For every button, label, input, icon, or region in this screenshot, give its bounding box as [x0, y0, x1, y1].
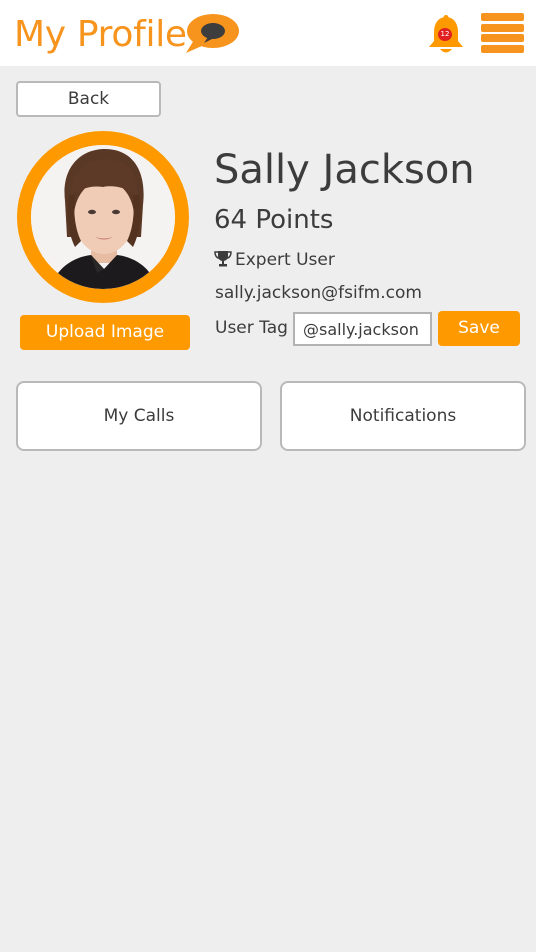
menu-bar-3 — [481, 34, 524, 42]
upload-image-button[interactable]: Upload Image — [20, 315, 190, 350]
chat-bubble-icon — [186, 14, 239, 53]
notifications-bell-button[interactable]: 12 — [426, 14, 466, 56]
hamburger-menu-icon[interactable] — [481, 13, 524, 53]
page-title: My Profile — [14, 14, 187, 55]
notifications-button[interactable]: Notifications — [280, 381, 526, 451]
points-value: 64 Points — [214, 205, 334, 235]
menu-bar-2 — [481, 24, 524, 32]
user-level: Expert User — [214, 248, 335, 272]
save-button[interactable]: Save — [438, 311, 520, 346]
email-address: sally.jackson@fsifm.com — [215, 283, 422, 303]
app-header: My Profile 12 — [0, 0, 536, 66]
avatar — [31, 145, 175, 289]
notification-count-badge: 12 — [438, 28, 452, 41]
my-calls-button[interactable]: My Calls — [16, 381, 262, 451]
avatar-photo — [31, 145, 175, 289]
trophy-icon — [214, 251, 232, 267]
user-tag-input[interactable] — [293, 312, 432, 346]
back-button[interactable]: Back — [16, 81, 161, 117]
user-name: Sally Jackson — [214, 147, 475, 193]
user-level-label: Expert User — [235, 250, 335, 270]
user-tag-label: User Tag — [215, 318, 288, 338]
menu-bar-4 — [481, 45, 524, 53]
menu-bar-1 — [481, 13, 524, 21]
